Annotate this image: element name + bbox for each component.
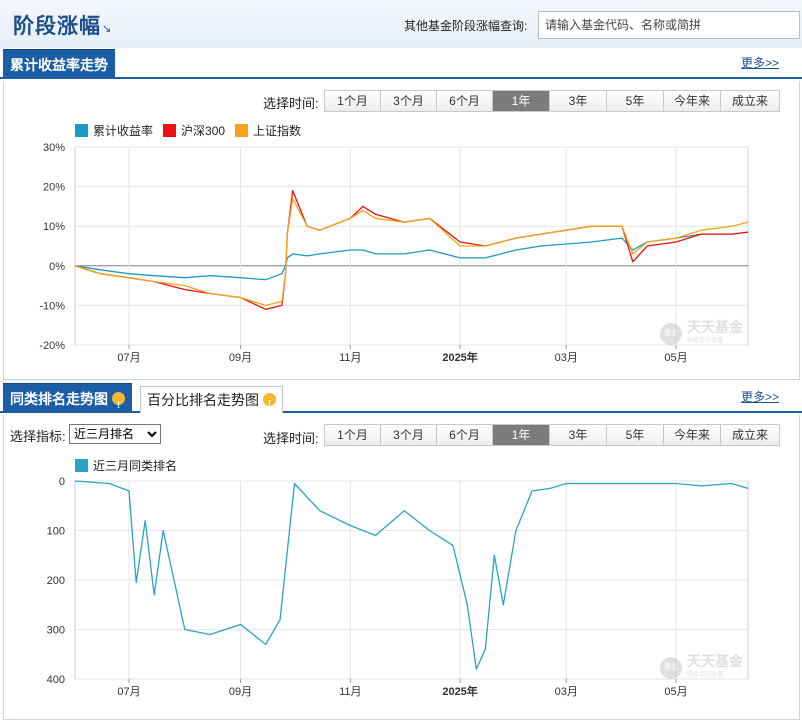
y-tick-label: 300 xyxy=(47,625,65,637)
x-tick-label: 03月 xyxy=(555,686,578,698)
x-tick-label: 11月 xyxy=(339,686,361,698)
x-tick-label: 09月 xyxy=(229,686,252,698)
watermark-name: 天天基金 xyxy=(687,653,743,669)
watermark-sub: 链接您与财富 xyxy=(687,672,724,678)
y-tick-label: 400 xyxy=(47,674,65,686)
y-tick-label: 0 xyxy=(59,476,65,488)
y-tick-label: 100 xyxy=(47,526,65,538)
y-tick-label: 200 xyxy=(47,575,65,587)
watermark-logo-2: 基金 天天基金链接您与财富 xyxy=(660,654,743,682)
x-tick-label: 07月 xyxy=(117,686,140,698)
x-tick-label: 2025年 xyxy=(442,684,477,698)
rank-trend-chart: 0 100 200 300 400 07月 09月 11月 2025年 03月 05月 xyxy=(47,476,749,698)
watermark-circle: 基金 xyxy=(660,657,682,679)
x-tick-label: 05月 xyxy=(664,686,687,698)
